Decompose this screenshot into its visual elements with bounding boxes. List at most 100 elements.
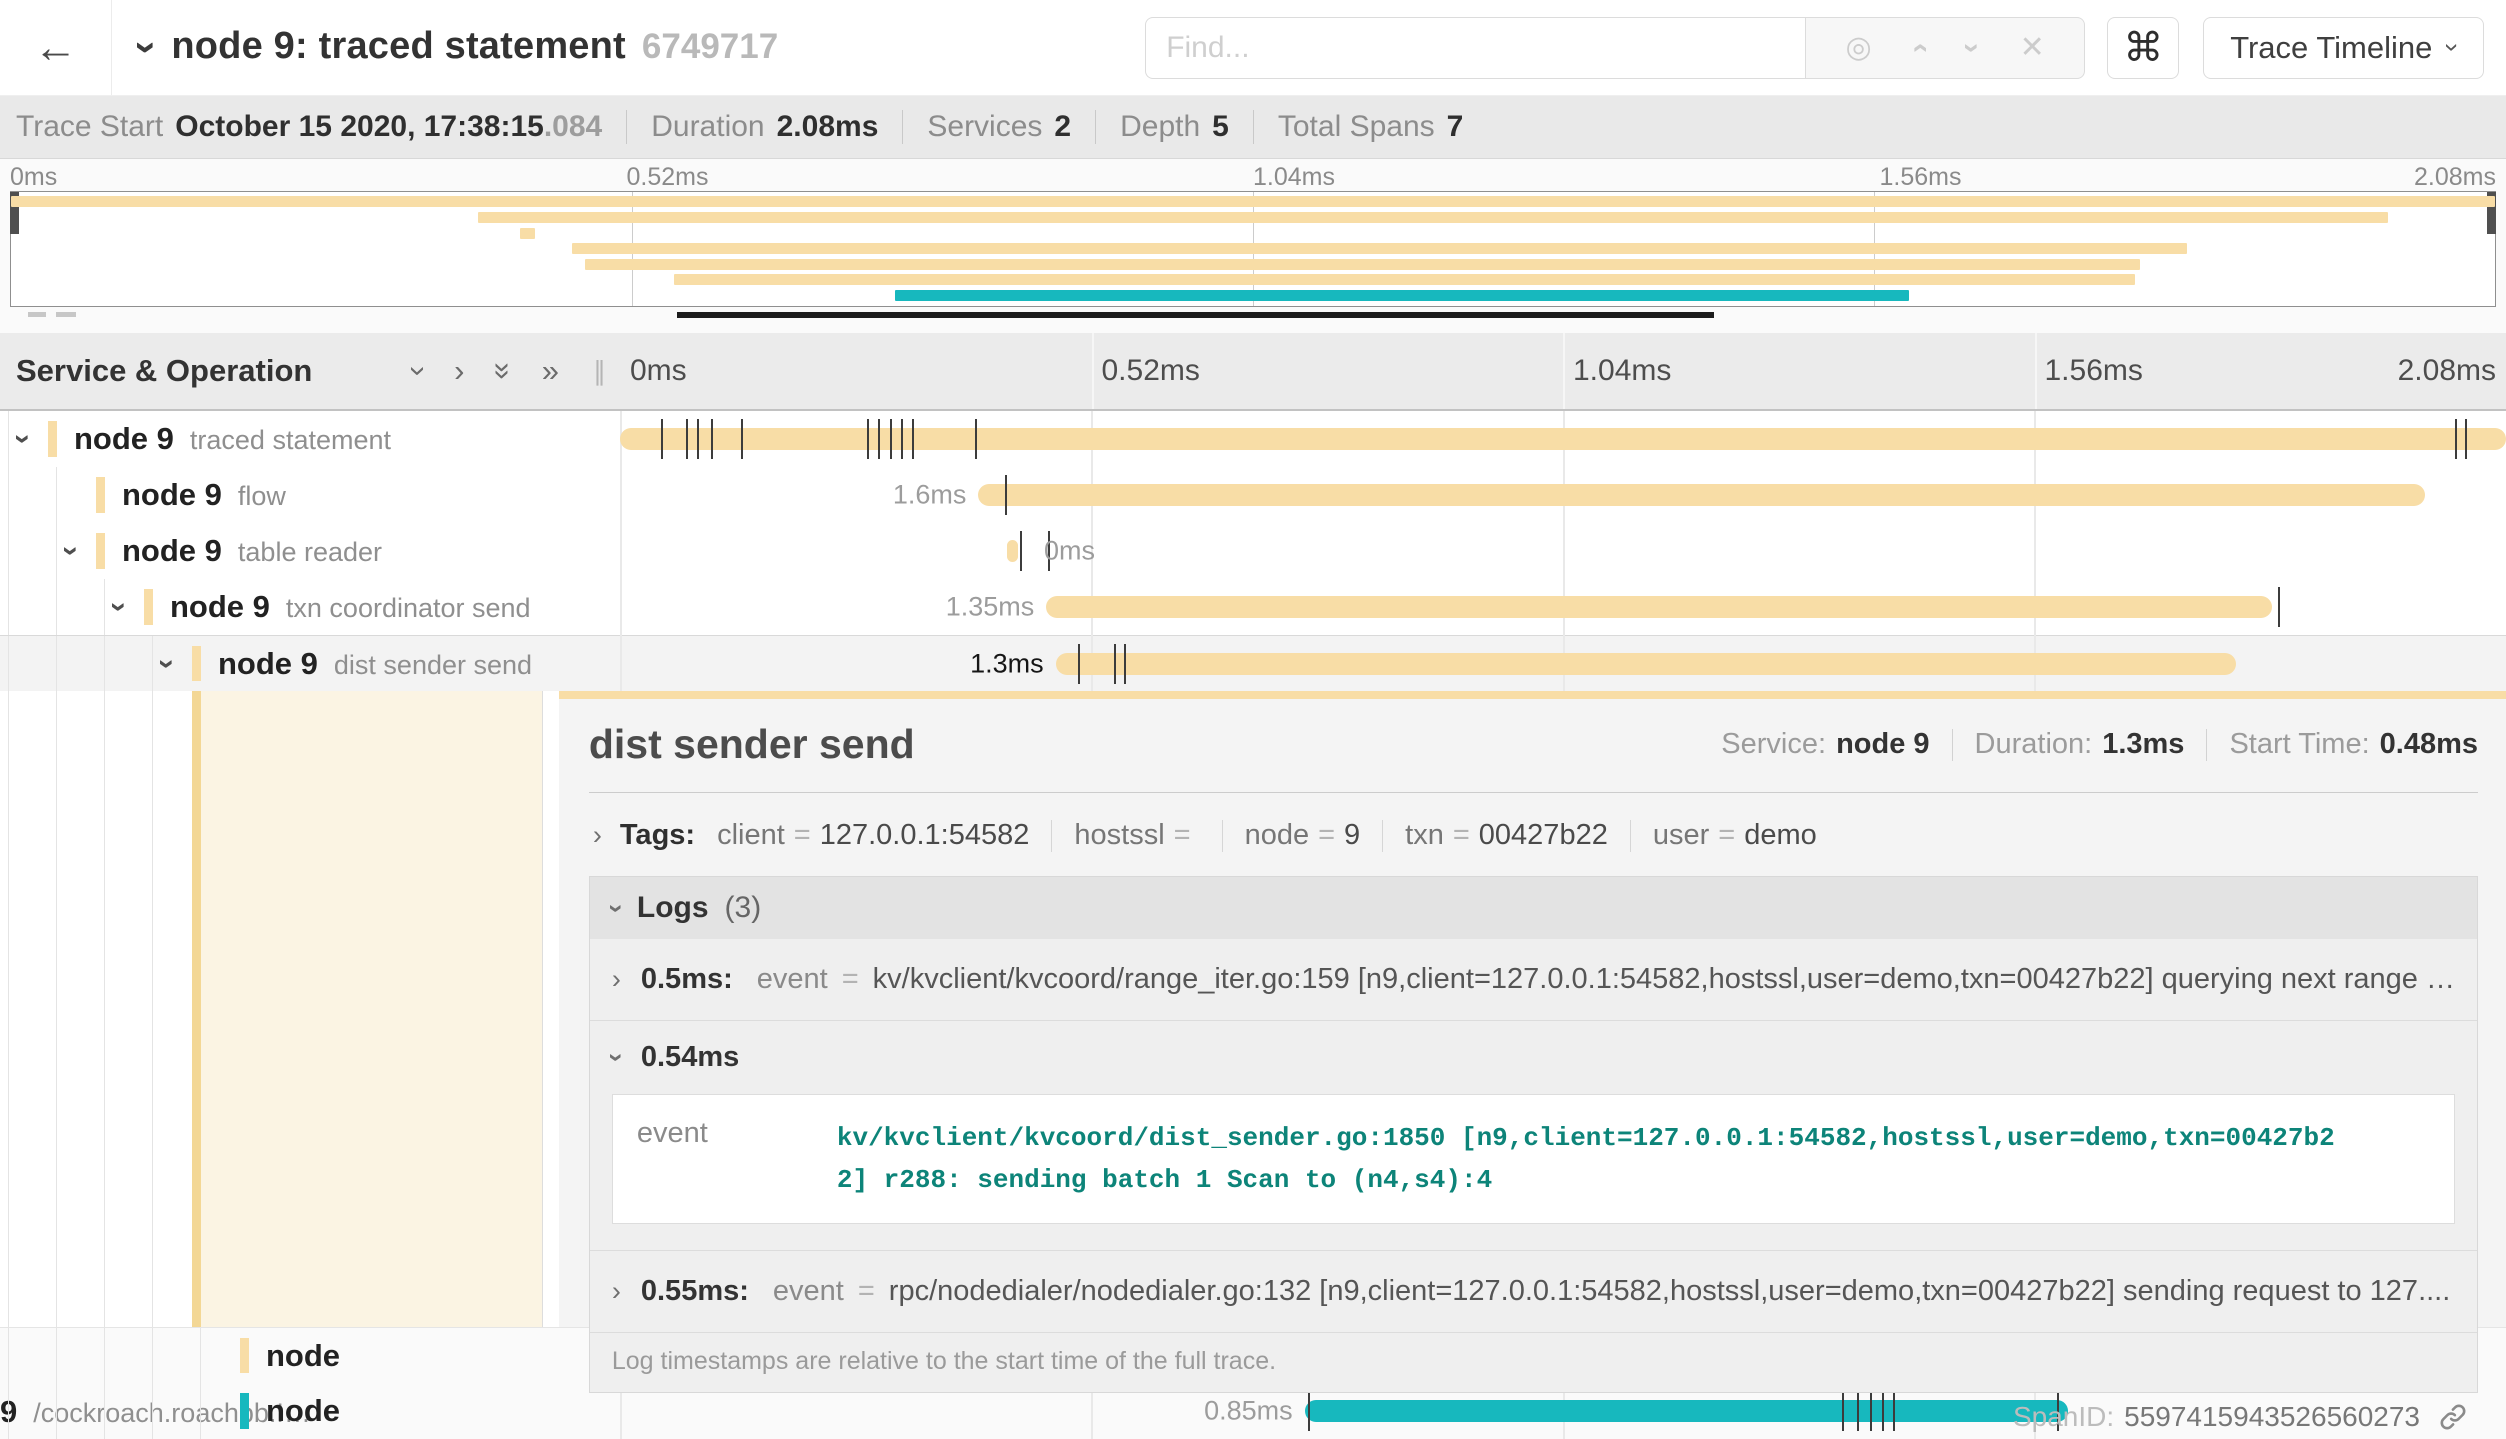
link-icon[interactable] (2438, 1402, 2468, 1432)
indent-guide (8, 691, 9, 1327)
axis-tick: 0.52ms (1102, 354, 1200, 388)
axis-tick: 1.04ms (1253, 163, 1335, 192)
find-group: ◎ › › ✕ (1145, 17, 2085, 79)
axis-gridline (1563, 333, 1565, 409)
span-name-cell[interactable]: ›node 9traced statement (0, 411, 620, 467)
span-bar-cell[interactable] (620, 411, 2506, 467)
expand-one-icon[interactable]: › (454, 353, 464, 389)
expand-chevron-icon[interactable]: › (54, 536, 88, 566)
indent-guide (152, 691, 153, 1327)
tag-separator (1630, 820, 1631, 852)
divider (1095, 110, 1096, 144)
tags-title: Tags: (620, 819, 695, 852)
service-name: node 9 (122, 477, 222, 512)
divider (2206, 729, 2207, 761)
span-bar-cell[interactable]: 1.35ms (620, 579, 2506, 635)
back-button[interactable]: ← (0, 0, 112, 95)
indent-guide (200, 1328, 201, 1383)
collapse-all-icon[interactable]: » (485, 362, 521, 379)
tags-list: client=127.0.0.1:54582hostssl=node=9txn=… (717, 819, 1817, 852)
span-id-label: SpanID: (2013, 1401, 2114, 1433)
tag: client=127.0.0.1:54582 (717, 819, 1029, 852)
log-timestamp: 0.55ms: (641, 1275, 749, 1308)
chevron-right-icon: › (593, 820, 602, 851)
span-row[interactable]: ›node 9txn coordinator send 1.35ms (0, 579, 2506, 635)
span-duration-label: 1.35ms (946, 592, 1035, 623)
span-row[interactable]: ›node 9dist sender send1.3ms (0, 635, 2506, 691)
log-marker-tick (711, 419, 713, 459)
collapse-trace-header-icon[interactable]: › (124, 41, 169, 54)
total-spans-label: Total Spans (1278, 110, 1435, 144)
trace-start-value: October 15 2020, 17:38:15 (175, 110, 544, 144)
tag: node=9 (1245, 819, 1361, 852)
minimap-viewport-bar[interactable] (677, 312, 1714, 318)
span-detail-header: dist sender send Service: node 9 Duratio… (589, 721, 2478, 768)
log-entry[interactable]: › 0.5ms: event = kv/kvclient/kvcoord/ran… (590, 939, 2477, 1021)
logs-header[interactable]: › Logs (3) (590, 877, 2477, 939)
equals-sign: = (842, 963, 859, 996)
span-duration-bar[interactable] (1056, 653, 2237, 675)
keyboard-shortcuts-button[interactable]: ⌘ (2107, 17, 2179, 79)
log-marker-tick (975, 419, 977, 459)
indent-guide (104, 636, 105, 691)
service-name: node 4 (0, 1393, 340, 1439)
span-name-cell[interactable]: node 9 flow (0, 467, 620, 523)
log-marker-tick (890, 419, 892, 459)
log-marker-tick (878, 419, 880, 459)
log-key: event (773, 1275, 844, 1308)
span-bar-cell[interactable]: 1.6ms (620, 467, 2506, 523)
log-keyvalue-table: event kv/kvclient/kvcoord/dist_sender.go… (612, 1094, 2455, 1224)
collapse-one-icon[interactable]: › (401, 366, 437, 376)
match-highlight-icon[interactable]: ◎ (1846, 30, 1872, 65)
span-name-cell[interactable]: ›node 9dist sender send (0, 636, 620, 691)
span-bar-cell[interactable]: 0ms (620, 523, 2506, 579)
chevron-down-icon: › (2437, 43, 2468, 52)
find-input[interactable] (1145, 17, 1805, 79)
depth-value: 5 (1212, 110, 1229, 144)
log-value: rpc/nodedialer/nodedialer.go:132 [n9,cli… (889, 1275, 2451, 1308)
service-color-swatch (48, 421, 57, 457)
span-row[interactable]: ›node 9traced statement (0, 411, 2506, 467)
logs-title: Logs (637, 891, 709, 925)
expand-all-icon[interactable]: » (542, 353, 559, 389)
expand-chevron-icon[interactable]: › (102, 592, 136, 622)
service-operation-header: Service & Operation › › » » ∥ (0, 333, 620, 409)
indent-guide (8, 636, 9, 691)
span-duration-bar[interactable] (1046, 596, 2272, 618)
clear-search-icon[interactable]: ✕ (2020, 30, 2045, 65)
service-color-swatch (240, 1393, 249, 1429)
column-resize-grip[interactable]: ∥ (593, 356, 606, 387)
span-duration-bar[interactable] (978, 484, 2425, 506)
log-entry[interactable]: › 0.55ms: event = rpc/nodedialer/nodedia… (590, 1251, 2477, 1333)
span-row[interactable]: node 9 flow 1.6ms (0, 467, 2506, 523)
find-controls: ◎ › › ✕ (1805, 17, 2085, 79)
span-id-row: SpanID: 5597415943526560273 (589, 1393, 2478, 1437)
trace-view-selector[interactable]: Trace Timeline › (2203, 17, 2484, 79)
tags-section[interactable]: › Tags: client=127.0.0.1:54582hostssl=no… (589, 819, 2478, 852)
span-name-cell[interactable]: node 4/cockroach.roachpb.I… (0, 1383, 620, 1439)
operation-name: flow (238, 481, 286, 511)
indent-guide (8, 1383, 9, 1439)
log-entry-header[interactable]: › 0.54ms (612, 1041, 2455, 1074)
service-value: node 9 (1836, 728, 1929, 761)
span-detail-panel: dist sender send Service: node 9 Duratio… (559, 691, 2506, 1327)
expand-chevron-icon[interactable]: › (6, 424, 40, 454)
span-bar-cell[interactable]: 1.3ms (620, 636, 2506, 691)
span-name-cell[interactable]: ›node 9txn coordinator send (0, 579, 620, 635)
span-name-cell[interactable]: node 9/cockroach.roachpb.I… (0, 1328, 620, 1383)
next-result-icon[interactable]: › (1955, 43, 1989, 53)
log-marker-tick (912, 419, 914, 459)
span-row[interactable]: ›node 9table reader0ms (0, 523, 2506, 579)
log-marker-tick (1078, 644, 1080, 684)
duration-label: Duration (651, 110, 764, 144)
span-name-cell[interactable]: ›node 9table reader (0, 523, 620, 579)
expand-chevron-icon[interactable]: › (150, 649, 184, 679)
prev-result-icon[interactable]: › (1902, 43, 1936, 53)
divider (1253, 110, 1254, 144)
timeline-column-header: Service & Operation › › » » ∥ 0ms 0.52ms… (0, 333, 2506, 411)
log-marker-tick (1020, 531, 1022, 571)
tag-separator (1222, 820, 1223, 852)
trace-minimap[interactable]: 0ms 0.52ms 1.04ms 1.56ms 2.08ms (0, 159, 2506, 333)
minimap-canvas[interactable] (10, 191, 2496, 307)
span-duration-bar[interactable] (1007, 540, 1018, 562)
